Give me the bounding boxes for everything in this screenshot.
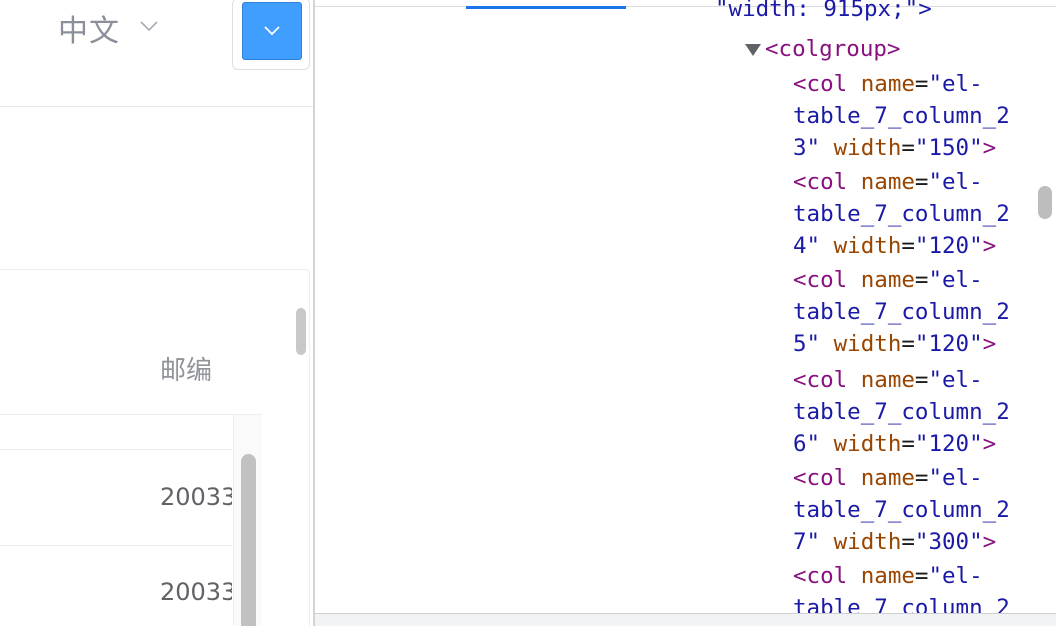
- row-divider: [0, 545, 232, 546]
- table-scrollbar-thumb[interactable]: [241, 454, 256, 626]
- tab-bar-border: [315, 6, 1056, 7]
- dom-node-col[interactable]: <col name="el- table_7_column_2 7" width…: [793, 462, 1010, 558]
- dom-node-colgroup[interactable]: < colgroup >: [745, 33, 900, 65]
- dom-node-col[interactable]: <col name="el- table_7_column_2 4" width…: [793, 166, 1010, 262]
- expand-triangle-icon[interactable]: [745, 44, 761, 56]
- language-value: 中文: [58, 14, 120, 49]
- card-scrollbar[interactable]: [296, 308, 306, 355]
- dom-node-col[interactable]: <col name="el- table_7_column_2 6" width…: [793, 364, 1010, 460]
- dropdown-button[interactable]: [242, 2, 302, 60]
- dom-node-col[interactable]: <col name="el- table_7_column_2 3" width…: [793, 68, 1010, 164]
- chevron-down-icon: [264, 26, 280, 36]
- table-cell-postcode: 200333: [160, 483, 232, 511]
- tag-name: colgroup: [778, 36, 887, 62]
- style-attribute-value[interactable]: "width: 915px;">: [715, 0, 932, 25]
- app-pane: 中文 邮编 200333 200333: [0, 0, 313, 626]
- devtools-elements-panel: "width: 915px;"> < colgroup > <col name="e…: [315, 0, 1056, 626]
- elements-scrollbar[interactable]: [1038, 186, 1052, 219]
- language-selector[interactable]: 中文: [58, 8, 158, 49]
- active-tab-indicator: [466, 6, 626, 9]
- chevron-down-icon: [140, 21, 158, 31]
- breadcrumb-bar: [315, 614, 1056, 626]
- dom-node-col[interactable]: <col name="el- table_7_column_2 5" width…: [793, 264, 1010, 360]
- column-header-postcode[interactable]: 邮编: [160, 350, 212, 387]
- row-divider: [0, 449, 232, 450]
- table-cell-postcode: 200333: [160, 578, 232, 606]
